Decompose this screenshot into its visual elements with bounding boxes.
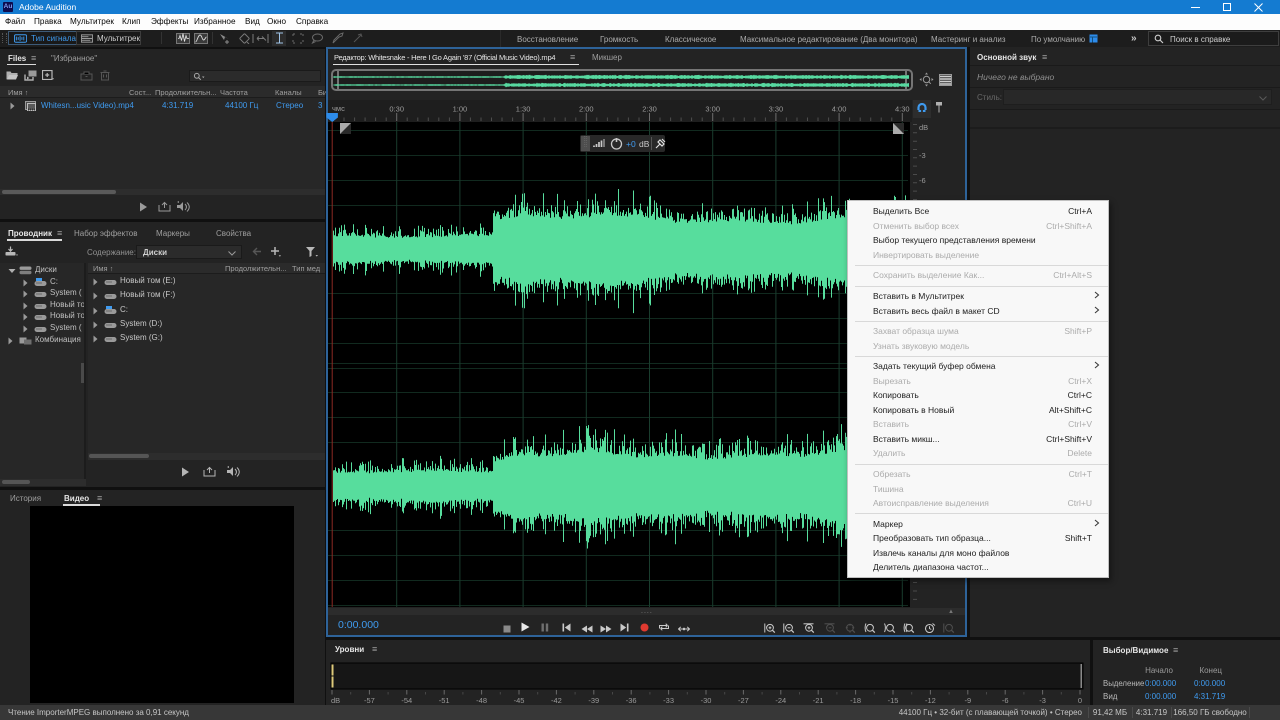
svg-text:2:00: 2:00 bbox=[579, 105, 594, 114]
svg-text:чмс: чмс bbox=[332, 104, 345, 113]
svg-text:2:30: 2:30 bbox=[642, 105, 657, 114]
svg-text:-12: -12 bbox=[925, 696, 936, 705]
svg-text:-39: -39 bbox=[588, 696, 599, 705]
svg-text:-57: -57 bbox=[364, 696, 375, 705]
svg-text:-30: -30 bbox=[701, 696, 712, 705]
svg-text:-9: -9 bbox=[964, 696, 971, 705]
svg-text:-48: -48 bbox=[476, 696, 487, 705]
svg-text:-27: -27 bbox=[738, 696, 749, 705]
svg-text:-45: -45 bbox=[514, 696, 525, 705]
svg-text:1:00: 1:00 bbox=[453, 105, 468, 114]
svg-text:4:00: 4:00 bbox=[832, 105, 847, 114]
svg-text:-6: -6 bbox=[1002, 696, 1009, 705]
svg-text:-24: -24 bbox=[775, 696, 786, 705]
svg-text:3:30: 3:30 bbox=[769, 105, 784, 114]
svg-text:-21: -21 bbox=[813, 696, 824, 705]
svg-text:-42: -42 bbox=[551, 696, 562, 705]
svg-text:3:00: 3:00 bbox=[705, 105, 720, 114]
svg-text:-6: -6 bbox=[919, 176, 926, 185]
svg-text:-54: -54 bbox=[401, 696, 412, 705]
svg-text:-18: -18 bbox=[850, 696, 861, 705]
svg-text:-36: -36 bbox=[626, 696, 637, 705]
svg-text:1:30: 1:30 bbox=[516, 105, 531, 114]
svg-text:-3: -3 bbox=[919, 151, 926, 160]
svg-text:-3: -3 bbox=[1039, 696, 1046, 705]
svg-text:4:30: 4:30 bbox=[895, 105, 910, 114]
svg-text:0: 0 bbox=[1078, 696, 1082, 705]
svg-text:0:30: 0:30 bbox=[389, 105, 404, 114]
svg-text:dB: dB bbox=[331, 696, 340, 705]
svg-text:dB: dB bbox=[919, 123, 928, 132]
svg-text:-51: -51 bbox=[439, 696, 450, 705]
svg-text:-33: -33 bbox=[663, 696, 674, 705]
svg-text:-15: -15 bbox=[888, 696, 899, 705]
